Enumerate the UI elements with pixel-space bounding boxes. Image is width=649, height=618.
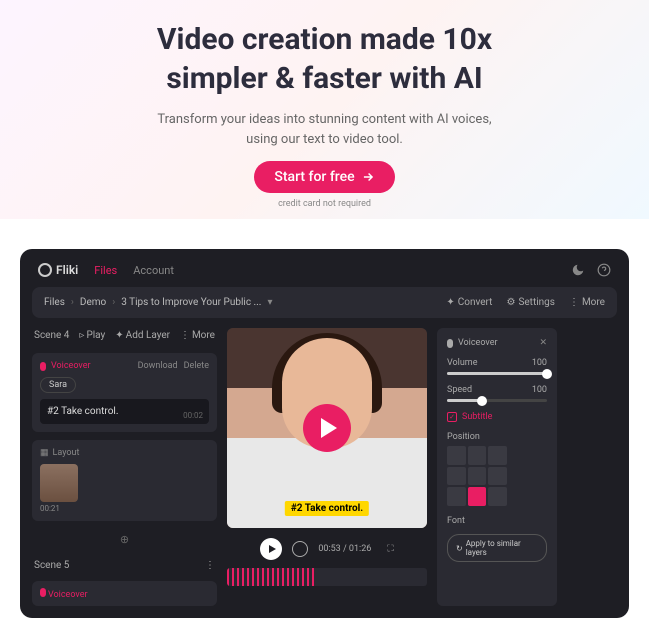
layout-label: ▦ Layout xyxy=(40,448,209,458)
right-panel: Voiceover ✕ Volume 100 Speed 100 ✓ Subtitl… xyxy=(437,328,557,606)
scene5-voiceover-label: Voiceover xyxy=(40,590,88,600)
voice-chip[interactable]: Sara xyxy=(40,377,76,393)
theme-icon[interactable] xyxy=(571,263,585,277)
scene4-header: Scene 4 ▹ Play ✦ Add Layer ⋮ More xyxy=(32,328,217,345)
tab-files[interactable]: Files xyxy=(94,264,117,277)
play-small-button[interactable] xyxy=(260,538,282,560)
pos-bot-left[interactable] xyxy=(447,487,466,506)
scene5-voiceover-panel: Voiceover xyxy=(32,581,217,606)
checkbox-icon: ✓ xyxy=(447,412,457,422)
tab-account[interactable]: Account xyxy=(133,264,174,277)
hero: Video creation made 10x simpler & faster… xyxy=(0,0,649,219)
scene5-title: Scene 5 xyxy=(34,560,69,571)
volume-slider[interactable] xyxy=(447,372,547,375)
add-layer-button[interactable]: ✦ Add Layer xyxy=(115,330,170,341)
play-button[interactable] xyxy=(303,404,351,452)
bc-demo[interactable]: Demo xyxy=(80,297,106,308)
timeline[interactable] xyxy=(227,568,427,586)
pos-mid-right[interactable] xyxy=(488,467,507,486)
breadcrumb-actions: ✦ Convert ⚙ Settings ⋮ More xyxy=(446,297,605,308)
workspace: Scene 4 ▹ Play ✦ Add Layer ⋮ More Voiceo… xyxy=(32,328,617,606)
more-button[interactable]: ⋮ More xyxy=(569,297,605,308)
scene-more-button[interactable]: ⋮ More xyxy=(180,330,215,341)
breadcrumb: Files › Demo › 3 Tips to Improve Your Pu… xyxy=(44,297,272,308)
rewind-button[interactable] xyxy=(292,541,308,557)
logo-icon xyxy=(38,263,52,277)
help-icon[interactable] xyxy=(597,263,611,277)
bc-sep: › xyxy=(112,297,115,308)
bc-files[interactable]: Files xyxy=(44,297,65,308)
logo[interactable]: Fliki xyxy=(38,263,78,277)
voiceover-panel: Voiceover Download Delete Sara #2 Take c… xyxy=(32,353,217,432)
topbar-left: Fliki Files Account xyxy=(38,263,174,277)
scene5-header: Scene 5 ⋮ xyxy=(32,558,217,573)
app-window: Fliki Files Account Files › Demo › 3 Tip… xyxy=(20,249,629,618)
layout-panel: ▦ Layout 00:21 xyxy=(32,440,217,521)
add-scene-button[interactable]: ⊕ xyxy=(32,529,217,550)
pos-top-left[interactable] xyxy=(447,446,466,465)
voiceover-text-input[interactable]: #2 Take control. 00:02 xyxy=(40,399,209,424)
center-column: #2 Take control. 00:53 / 01:26 ⛶ xyxy=(227,328,427,606)
scene5-more[interactable]: ⋮ xyxy=(205,560,215,571)
pos-bot-center[interactable] xyxy=(468,487,487,506)
position-grid xyxy=(447,446,507,506)
font-label: Font xyxy=(447,516,547,526)
scene4-title: Scene 4 xyxy=(34,330,69,341)
speed-value: 100 xyxy=(532,385,547,395)
cta-label: Start for free xyxy=(274,169,354,185)
speed-label: Speed xyxy=(447,385,472,395)
pos-top-center[interactable] xyxy=(468,446,487,465)
apply-similar-button[interactable]: ↻ Apply to similar layers xyxy=(447,534,547,562)
hero-title-line1: Video creation made 10x xyxy=(157,22,492,57)
fullscreen-icon[interactable]: ⛶ xyxy=(387,544,393,554)
mic-icon xyxy=(447,339,453,348)
bc-sep: › xyxy=(71,297,74,308)
left-column: Scene 4 ▹ Play ✦ Add Layer ⋮ More Voiceo… xyxy=(32,328,217,606)
download-button[interactable]: Download xyxy=(138,361,178,371)
hero-title: Video creation made 10x simpler & faster… xyxy=(40,20,609,98)
chevron-down-icon[interactable]: ▾ xyxy=(267,297,272,308)
player-controls: 00:53 / 01:26 ⛶ xyxy=(227,538,427,560)
text-timestamp: 00:02 xyxy=(183,411,203,420)
hero-subtitle: Transform your ideas into stunning conte… xyxy=(155,110,495,149)
timeline-progress xyxy=(227,568,317,586)
topbar-right xyxy=(571,263,611,277)
settings-button[interactable]: ⚙ Settings xyxy=(506,297,554,308)
hero-title-line2: simpler & faster with AI xyxy=(166,61,482,96)
thumb-timestamp: 00:21 xyxy=(40,504,209,513)
close-icon[interactable]: ✕ xyxy=(539,338,547,348)
brand-text: Fliki xyxy=(56,263,78,277)
pos-mid-center[interactable] xyxy=(468,467,487,486)
volume-row: Volume 100 xyxy=(447,358,547,375)
arrow-right-icon xyxy=(361,170,375,184)
disclaimer: credit card not required xyxy=(40,199,609,209)
position-label: Position xyxy=(447,432,547,442)
breadcrumb-bar: Files › Demo › 3 Tips to Improve Your Pu… xyxy=(32,287,617,318)
scene-play-button[interactable]: ▹ Play xyxy=(79,330,105,341)
voiceover-text: #2 Take control. xyxy=(47,406,118,417)
mic-icon xyxy=(40,362,46,371)
video-preview: #2 Take control. xyxy=(227,328,427,528)
topbar: Fliki Files Account xyxy=(32,261,617,287)
speed-slider[interactable] xyxy=(447,399,547,402)
convert-button[interactable]: ✦ Convert xyxy=(446,297,492,308)
pos-mid-left[interactable] xyxy=(447,467,466,486)
pos-top-right[interactable] xyxy=(488,446,507,465)
pos-bot-right[interactable] xyxy=(488,487,507,506)
right-panel-header: Voiceover ✕ xyxy=(447,338,547,348)
speed-row: Speed 100 xyxy=(447,385,547,402)
bc-current[interactable]: 3 Tips to Improve Your Public ... xyxy=(121,297,261,308)
right-title: Voiceover xyxy=(447,338,498,348)
subtitle-label: Subtitle xyxy=(462,412,492,422)
volume-label: Volume xyxy=(447,358,477,368)
subtitle-checkbox[interactable]: ✓ Subtitle xyxy=(447,412,547,422)
start-free-button[interactable]: Start for free xyxy=(254,161,394,193)
layout-thumbnail[interactable] xyxy=(40,464,78,502)
delete-button[interactable]: Delete xyxy=(184,361,209,371)
time-display: 00:53 / 01:26 xyxy=(318,544,371,554)
video-caption: #2 Take control. xyxy=(285,501,369,516)
volume-value: 100 xyxy=(532,358,547,368)
mic-icon xyxy=(40,588,46,597)
voiceover-label: Voiceover xyxy=(40,361,91,371)
